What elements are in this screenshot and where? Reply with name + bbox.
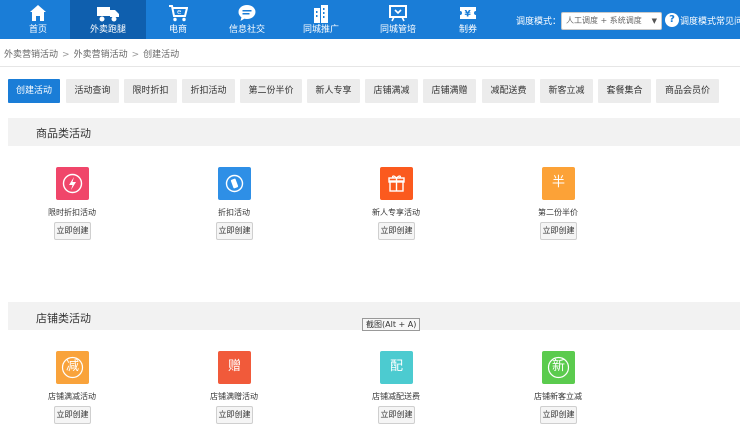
- breadcrumb-separator: >: [131, 50, 140, 60]
- new-customer-icon: 新: [542, 351, 575, 384]
- nav-item-home[interactable]: 首页: [13, 0, 63, 39]
- reduce-icon: 减: [56, 351, 89, 384]
- delivery-fee-icon: 配: [380, 351, 413, 384]
- board-icon: [389, 5, 407, 22]
- tab-combo[interactable]: 套餐集合: [598, 79, 651, 103]
- dispatch-mode-select[interactable]: 人工调度 + 系统调度 ▼: [561, 12, 662, 30]
- tab-member-price[interactable]: 商品会员价: [656, 79, 719, 103]
- divider: [0, 66, 740, 67]
- create-now-button[interactable]: 立即创建: [540, 222, 577, 240]
- svg-text:¥: ¥: [465, 10, 472, 20]
- top-nav-bar: 首页 外卖跑腿 e 电商 信息社交 同城推广 同城管培 ¥ 制券 调度模式： 人…: [0, 0, 740, 39]
- question-icon: ?: [665, 13, 679, 27]
- nav-label-city-promo: 同城推广: [302, 25, 339, 35]
- breadcrumb-separator: >: [62, 50, 70, 60]
- nav-label-ecommerce: 电商: [168, 25, 187, 35]
- nav-item-ecommerce[interactable]: e 电商: [153, 0, 203, 39]
- activity-name: 新人专享活动: [372, 208, 420, 217]
- dispatch-mode-label: 调度模式：: [516, 17, 562, 27]
- create-now-button[interactable]: 立即创建: [378, 406, 415, 424]
- activity-name: 店铺减配送费: [372, 392, 420, 401]
- nav-item-social[interactable]: 信息社交: [222, 0, 272, 39]
- create-now-button[interactable]: 立即创建: [216, 406, 253, 424]
- tab-flash-discount[interactable]: 限时折扣: [124, 79, 177, 103]
- nav-item-takeout[interactable]: 外卖跑腿: [70, 0, 146, 39]
- dispatch-help-text: 调度模式常见问: [680, 17, 740, 27]
- create-now-button[interactable]: 立即创建: [540, 406, 577, 424]
- breadcrumb: 外卖营销活动 > 外卖营销活动 > 创建活动: [4, 47, 179, 60]
- chat-bubble-icon: [238, 5, 256, 21]
- create-now-button[interactable]: 立即创建: [54, 222, 91, 240]
- home-icon: [30, 5, 46, 21]
- tab-activity-query[interactable]: 活动查询: [66, 79, 119, 103]
- chevron-down-icon: ▼: [651, 17, 657, 25]
- tab-store-gift[interactable]: 店铺满赠: [423, 79, 476, 103]
- create-now-button[interactable]: 立即创建: [54, 406, 91, 424]
- tile-glyph: 减: [65, 359, 79, 374]
- tile-glyph: 新: [551, 359, 565, 374]
- tab-store-reduce[interactable]: 店铺满减: [365, 79, 418, 103]
- tab-create-activity[interactable]: 创建活动: [8, 79, 60, 103]
- tab-second-half-price[interactable]: 第二份半价: [240, 79, 302, 103]
- tile-glyph: 配: [389, 359, 403, 374]
- activity-name: 店铺满减活动: [48, 392, 96, 401]
- activity-name: 第二份半价: [538, 208, 578, 217]
- lightning-icon: [56, 167, 89, 200]
- nav-label-city-manage: 同城管培: [379, 25, 416, 35]
- gift-bonus-icon: 赠: [218, 351, 251, 384]
- city-building-icon: [314, 5, 328, 23]
- dispatch-mode-value: 人工调度 + 系统调度: [566, 16, 642, 25]
- half-price-icon: 半: [542, 167, 575, 200]
- nav-label-takeout: 外卖跑腿: [89, 25, 126, 35]
- section-title: 店铺类活动: [36, 312, 91, 325]
- tab-discount[interactable]: 折扣活动: [182, 79, 235, 103]
- activity-name: 折扣活动: [218, 208, 250, 217]
- activity-name: 限时折扣活动: [48, 208, 96, 217]
- nav-item-city-manage[interactable]: 同城管培: [373, 0, 423, 39]
- shopping-cart-icon: e: [169, 5, 188, 22]
- nav-label-social: 信息社交: [228, 25, 265, 35]
- screenshot-tooltip: 截图(Alt + A): [362, 318, 421, 331]
- gift-icon: [380, 167, 413, 200]
- breadcrumb-item[interactable]: 外卖营销活动: [74, 47, 128, 60]
- section-header-product: 商品类活动: [8, 118, 740, 146]
- tab-new-customer[interactable]: 新客立减: [540, 79, 593, 103]
- coupon-yen-icon: ¥: [460, 7, 476, 20]
- tab-newcomer[interactable]: 新人专享: [307, 79, 360, 103]
- svg-text:e: e: [177, 8, 181, 16]
- create-now-button[interactable]: 立即创建: [378, 222, 415, 240]
- breadcrumb-current: 创建活动: [143, 50, 180, 60]
- tab-delivery-fee[interactable]: 减配送费: [482, 79, 535, 103]
- nav-item-city-promo[interactable]: 同城推广: [296, 0, 346, 39]
- activity-name: 店铺新客立减: [534, 392, 582, 401]
- nav-item-coupon[interactable]: ¥ 制券: [443, 0, 493, 39]
- activity-name: 店铺满赠活动: [210, 392, 258, 401]
- delivery-truck-icon: [97, 7, 119, 22]
- breadcrumb-item[interactable]: 外卖营销活动: [4, 47, 58, 60]
- tile-glyph: 赠: [227, 359, 241, 374]
- section-title: 商品类活动: [36, 127, 91, 140]
- create-now-button[interactable]: 立即创建: [216, 222, 253, 240]
- tile-glyph: 半: [551, 175, 565, 190]
- discount-tag-icon: [218, 167, 251, 200]
- nav-label-home: 首页: [28, 25, 47, 35]
- nav-label-coupon: 制券: [458, 25, 477, 35]
